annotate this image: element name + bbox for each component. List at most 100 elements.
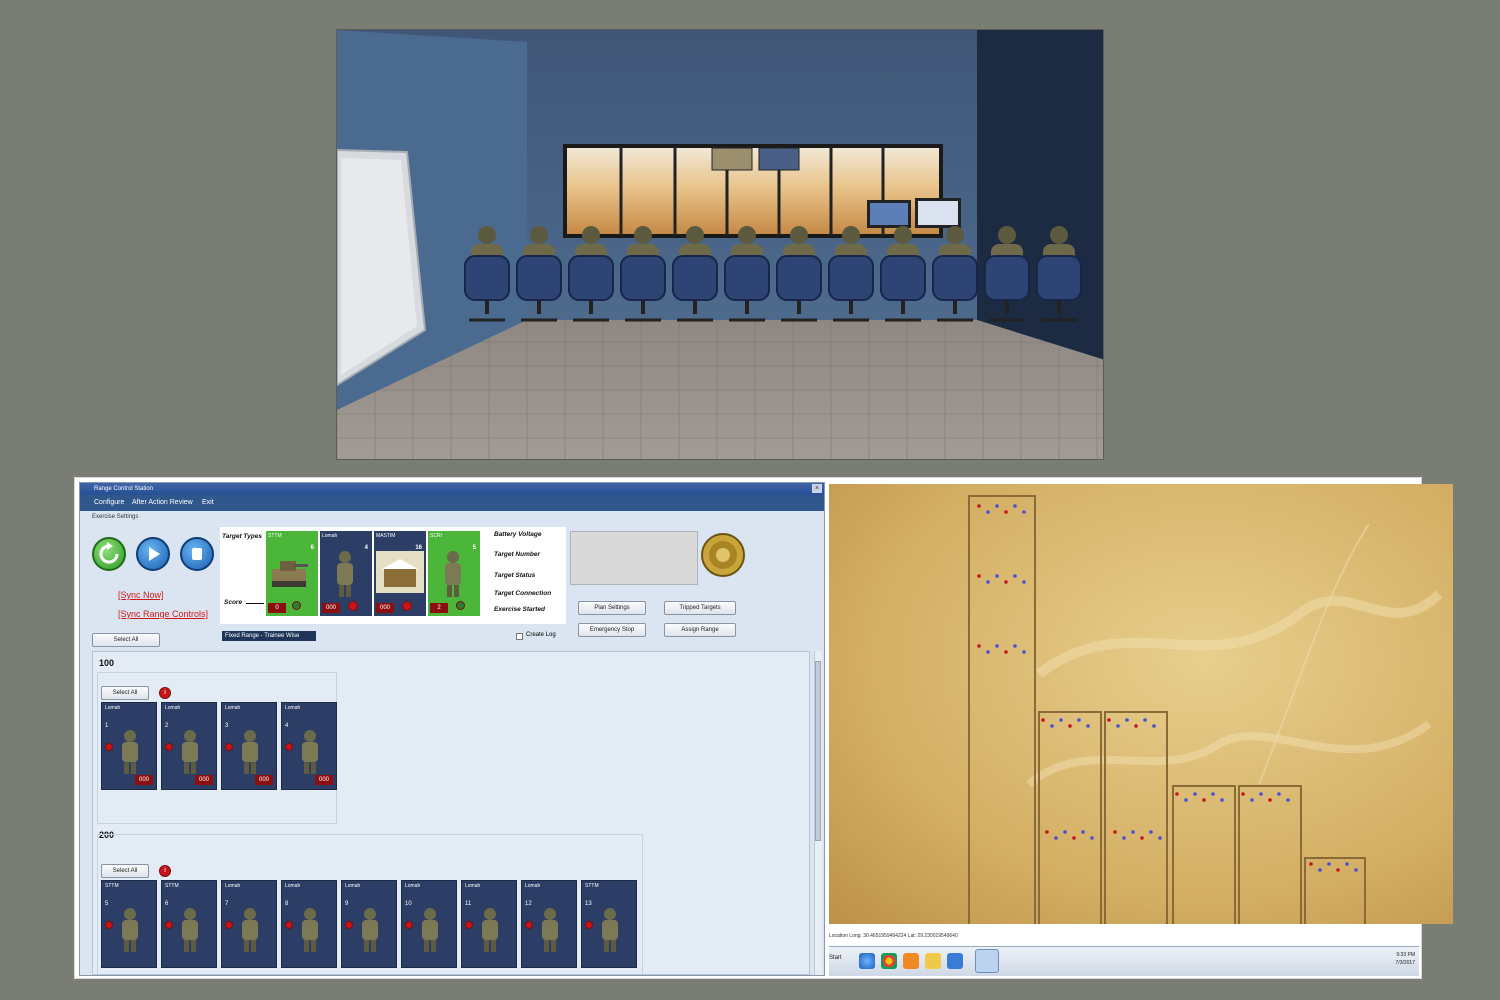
target-card[interactable]: STTM 5 [101, 880, 157, 968]
target-card[interactable]: Lomah 9 [341, 880, 397, 968]
map-target-marker[interactable] [1211, 792, 1215, 796]
range-mode-select[interactable]: Fixed Range - Trainee Wise [222, 631, 316, 641]
chrome-icon[interactable] [881, 953, 897, 969]
media-icon[interactable] [903, 953, 919, 969]
start-button[interactable]: Start [829, 955, 842, 961]
map-target-marker[interactable] [1054, 836, 1058, 840]
map-target-marker[interactable] [995, 574, 999, 578]
target-card[interactable]: Lomah 10 [401, 880, 457, 968]
map-target-marker[interactable] [1318, 868, 1322, 872]
map-target-marker[interactable] [1277, 792, 1281, 796]
map-target-marker[interactable] [1041, 718, 1045, 722]
map-target-marker[interactable] [1259, 792, 1263, 796]
map-target-marker[interactable] [1072, 836, 1076, 840]
create-log-checkbox[interactable] [516, 633, 523, 640]
map-target-marker[interactable] [995, 644, 999, 648]
map-target-marker[interactable] [986, 510, 990, 514]
map-target-marker[interactable] [1013, 574, 1017, 578]
panel-scrollbar-thumb[interactable] [815, 661, 821, 841]
map-target-marker[interactable] [986, 580, 990, 584]
menu-after-action-review[interactable]: After Action Review [132, 495, 193, 511]
map-target-marker[interactable] [1059, 718, 1063, 722]
map-target-marker[interactable] [1175, 792, 1179, 796]
target-card[interactable]: Lomah 1 000 [101, 702, 157, 790]
map-target-marker[interactable] [977, 574, 981, 578]
map-target-marker[interactable] [977, 644, 981, 648]
target-card[interactable]: Lomah 4 000 [281, 702, 337, 790]
lane-100-stop-icon[interactable]: i [159, 687, 171, 699]
map-target-marker[interactable] [995, 504, 999, 508]
map-target-marker[interactable] [1202, 798, 1206, 802]
target-card[interactable]: STTM 6 [161, 880, 217, 968]
map-target-marker[interactable] [1113, 830, 1117, 834]
map-target-marker[interactable] [1241, 792, 1245, 796]
map-target-marker[interactable] [1158, 836, 1162, 840]
map-target-marker[interactable] [1063, 830, 1067, 834]
menu-exit[interactable]: Exit [202, 495, 214, 511]
target-card[interactable]: Lomah 7 [221, 880, 277, 968]
map-target-marker[interactable] [1004, 510, 1008, 514]
map-target-marker[interactable] [1013, 504, 1017, 508]
map-target-marker[interactable] [1336, 868, 1340, 872]
emergency-stop-button[interactable]: Emergency Stop [578, 623, 646, 637]
map-target-marker[interactable] [986, 650, 990, 654]
map-target-marker[interactable] [1149, 830, 1153, 834]
map-target-marker[interactable] [977, 504, 981, 508]
map-target-marker[interactable] [1140, 836, 1144, 840]
sync-now-link[interactable]: [Sync Now] [118, 590, 164, 600]
plan-settings-button[interactable]: Plan Settings [578, 601, 646, 615]
map-target-marker[interactable] [1345, 862, 1349, 866]
target-card[interactable]: Lomah 8 [281, 880, 337, 968]
map-target-marker[interactable] [1131, 830, 1135, 834]
app-icon[interactable] [947, 953, 963, 969]
map-target-marker[interactable] [1268, 798, 1272, 802]
restart-button[interactable] [92, 537, 126, 571]
map-target-marker[interactable] [1220, 798, 1224, 802]
map-target-marker[interactable] [1152, 724, 1156, 728]
map-target-marker[interactable] [1122, 836, 1126, 840]
map-target-marker[interactable] [1045, 830, 1049, 834]
map-target-marker[interactable] [1107, 718, 1111, 722]
map-target-marker[interactable] [1086, 724, 1090, 728]
active-app-icon[interactable] [975, 949, 999, 973]
tripped-targets-button[interactable]: Tripped Targets [664, 601, 736, 615]
map-target-marker[interactable] [1134, 724, 1138, 728]
map-target-marker[interactable] [1077, 718, 1081, 722]
map-target-marker[interactable] [1022, 580, 1026, 584]
lane-200-select-all-button[interactable]: Select All [101, 864, 149, 878]
lane-100-select-all-button[interactable]: Select All [101, 686, 149, 700]
map-target-marker[interactable] [1309, 862, 1313, 866]
assign-range-button[interactable]: Assign Range [664, 623, 736, 637]
map-target-marker[interactable] [1022, 650, 1026, 654]
map-target-marker[interactable] [1193, 792, 1197, 796]
map-target-marker[interactable] [1004, 580, 1008, 584]
map-target-marker[interactable] [1068, 724, 1072, 728]
map-target-marker[interactable] [1116, 724, 1120, 728]
target-card[interactable]: Lomah 12 [521, 880, 577, 968]
select-all-button[interactable]: Select All [92, 633, 160, 647]
map-target-marker[interactable] [1286, 798, 1290, 802]
map-target-marker[interactable] [1250, 798, 1254, 802]
map-target-marker[interactable] [1184, 798, 1188, 802]
folder-icon[interactable] [925, 953, 941, 969]
map-target-marker[interactable] [1125, 718, 1129, 722]
play-button[interactable] [136, 537, 170, 571]
map-target-marker[interactable] [1354, 868, 1358, 872]
map-target-marker[interactable] [1327, 862, 1331, 866]
target-card[interactable]: Lomah 11 [461, 880, 517, 968]
sync-range-controls-link[interactable]: [Sync Range Controls] [118, 609, 208, 619]
close-icon[interactable]: × [812, 484, 822, 493]
map-target-marker[interactable] [1004, 650, 1008, 654]
ie-icon[interactable] [859, 953, 875, 969]
map-target-marker[interactable] [1090, 836, 1094, 840]
map-target-marker[interactable] [1143, 718, 1147, 722]
target-card[interactable]: Lomah 2 000 [161, 702, 217, 790]
stop-button[interactable] [180, 537, 214, 571]
map-target-marker[interactable] [1013, 644, 1017, 648]
range-map[interactable] [829, 484, 1453, 924]
map-target-marker[interactable] [1081, 830, 1085, 834]
menu-configure[interactable]: Configure [94, 495, 124, 511]
target-card[interactable]: STTM 13 [581, 880, 637, 968]
target-card[interactable]: Lomah 3 000 [221, 702, 277, 790]
map-target-marker[interactable] [1022, 510, 1026, 514]
